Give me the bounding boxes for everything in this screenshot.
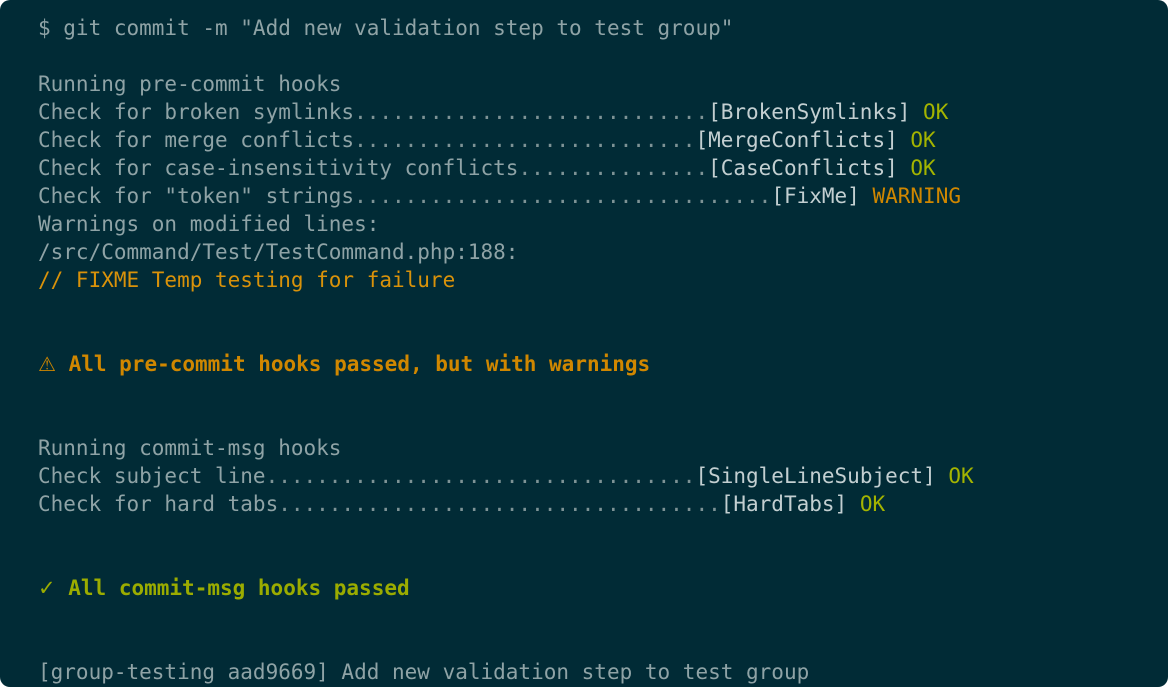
check-status: OK bbox=[910, 156, 936, 180]
check-label: Check subject line bbox=[38, 464, 266, 488]
check-dots: ............................ bbox=[354, 100, 709, 124]
commit-result-line: [group-testing aad9669] Add new validati… bbox=[38, 660, 810, 684]
precommit-header: Running pre-commit hooks bbox=[38, 72, 342, 96]
check-dots: ........................... bbox=[354, 128, 696, 152]
check-status: OK bbox=[910, 128, 936, 152]
check-label: Check for merge conflicts bbox=[38, 128, 355, 152]
check-gap bbox=[860, 184, 873, 208]
check-label: Check for broken symlinks bbox=[38, 100, 355, 124]
warning-triangle-icon: ⚠ bbox=[38, 352, 56, 376]
commitmsg-summary-text: All commit-msg hooks passed bbox=[68, 576, 410, 600]
check-hook-name: [SingleLineSubject] bbox=[695, 464, 936, 488]
check-hook-name: [HardTabs] bbox=[720, 492, 848, 516]
check-gap bbox=[936, 464, 949, 488]
check-label: Check for hard tabs bbox=[38, 492, 279, 516]
check-gap bbox=[898, 128, 911, 152]
check-label: Check for case-insensitivity conflicts bbox=[38, 156, 519, 180]
precommit-check-row: Check for merge conflicts...............… bbox=[38, 126, 1168, 154]
warnings-header: Warnings on modified lines: bbox=[38, 212, 380, 236]
check-status: OK bbox=[948, 464, 974, 488]
check-dots: .................................. bbox=[265, 464, 696, 488]
check-dots: ............... bbox=[518, 156, 709, 180]
check-hook-name: [BrokenSymlinks] bbox=[708, 100, 911, 124]
check-dots: ................................. bbox=[354, 184, 772, 208]
commitmsg-summary: ✓ All commit-msg hooks passed bbox=[38, 574, 1168, 602]
check-mark-icon: ✓ bbox=[38, 576, 56, 600]
precommit-check-row: Check for broken symlinks...............… bbox=[38, 98, 1168, 126]
commitmsg-check-row: Check for hard tabs.....................… bbox=[38, 490, 1168, 518]
check-hook-name: [FixMe] bbox=[771, 184, 860, 208]
check-status: WARNING bbox=[872, 184, 961, 208]
check-status: OK bbox=[859, 492, 886, 516]
check-dots: ................................... bbox=[278, 492, 721, 516]
commitmsg-check-row: Check subject line......................… bbox=[38, 462, 1168, 490]
check-status: OK bbox=[923, 100, 949, 124]
prompt-line: $ git commit -m "Add new validation step… bbox=[38, 14, 1168, 42]
precommit-summary: ⚠ All pre-commit hooks passed, but with … bbox=[38, 350, 1168, 378]
check-gap bbox=[910, 100, 923, 124]
commitmsg-header: Running commit-msg hooks bbox=[38, 436, 342, 460]
check-gap bbox=[847, 492, 860, 516]
prompt-command-text: $ git commit -m "Add new validation step… bbox=[38, 16, 734, 40]
check-hook-name: [CaseConflicts] bbox=[708, 156, 898, 180]
precommit-check-row: Check for case-insensitivity conflicts..… bbox=[38, 154, 1168, 182]
check-gap bbox=[898, 156, 911, 180]
check-hook-name: [MergeConflicts] bbox=[695, 128, 898, 152]
warning-file-path: /src/Command/Test/TestCommand.php:188: bbox=[38, 240, 519, 264]
terminal-window[interactable]: $ git commit -m "Add new validation step… bbox=[0, 0, 1168, 687]
precommit-check-row: Check for "token" strings...............… bbox=[38, 182, 1168, 210]
warning-code-snippet: // FIXME Temp testing for failure bbox=[38, 268, 456, 292]
precommit-summary-text: All pre-commit hooks passed, but with wa… bbox=[68, 352, 651, 376]
check-label: Check for "token" strings bbox=[38, 184, 355, 208]
